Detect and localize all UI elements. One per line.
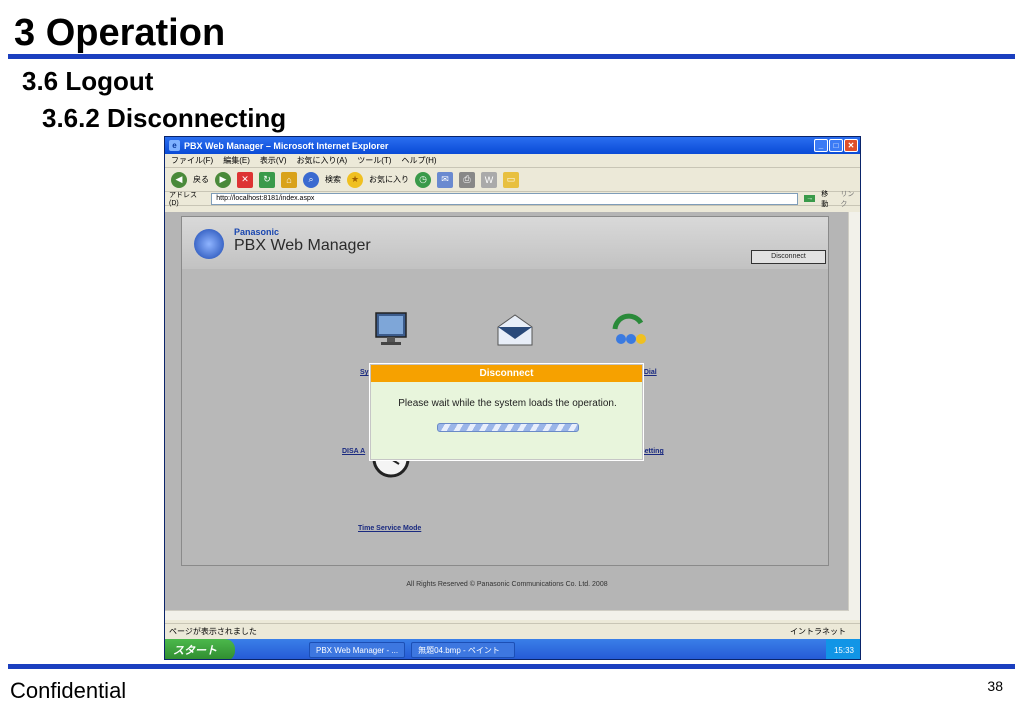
item-label-setting[interactable]: Setting bbox=[640, 448, 664, 455]
page-number: 38 bbox=[987, 678, 1003, 694]
go-arrow-icon[interactable]: → bbox=[804, 195, 816, 202]
back-label[interactable]: 戻る bbox=[193, 174, 209, 185]
taskbar-item-browser[interactable]: PBX Web Manager - ... bbox=[309, 642, 406, 658]
mail-icon[interactable]: ✉ bbox=[437, 171, 453, 188]
address-url: http://localhost:8181/index.aspx bbox=[216, 195, 315, 202]
browser-toolbar: ◀ 戻る ▶ ✕ ↻ ⌂ ⌕ 検索 ★ お気に入り ◷ ✉ ⎙ W ▭ bbox=[165, 168, 860, 192]
page-title: 3 Operation bbox=[14, 12, 226, 54]
menu-help[interactable]: ヘルプ(H) bbox=[401, 155, 436, 166]
system-tray: 15:33 bbox=[825, 639, 860, 659]
section-heading: 3.6 Logout bbox=[22, 66, 154, 96]
subsection-heading: 3.6.2 Disconnecting bbox=[42, 103, 287, 133]
panasonic-logo-icon bbox=[194, 229, 224, 259]
menu-bar: ファイル(F) 編集(E) 表示(V) お気に入り(A) ツール(T) ヘルプ(… bbox=[165, 154, 860, 168]
dialog-title: Disconnect bbox=[371, 365, 642, 382]
address-input[interactable]: http://localhost:8181/index.aspx bbox=[211, 192, 799, 205]
status-bar: ページが表示されました イントラネット bbox=[165, 623, 860, 638]
brand-name: Panasonic bbox=[234, 227, 280, 237]
bottom-divider bbox=[8, 664, 1015, 669]
page-header: Panasonic PBX Web Manager Disconnect bbox=[182, 217, 828, 269]
search-icon[interactable]: ⌕ bbox=[303, 171, 319, 188]
item-label-system[interactable]: Sy bbox=[360, 369, 369, 376]
address-bar: アドレス(D) http://localhost:8181/index.aspx… bbox=[165, 189, 860, 209]
clock-text: 15:33 bbox=[833, 645, 854, 655]
page-footer: All Rights Reserved © Panasonic Communic… bbox=[406, 581, 608, 588]
menu-file[interactable]: ファイル(F) bbox=[171, 155, 213, 166]
window-title: PBX Web Manager – Microsoft Internet Exp… bbox=[184, 140, 389, 151]
start-button[interactable]: スタート bbox=[165, 639, 235, 659]
disconnect-dialog: Disconnect Please wait while the system … bbox=[370, 364, 643, 460]
menu-edit[interactable]: 編集(E) bbox=[223, 155, 250, 166]
envelope-icon[interactable] bbox=[494, 311, 536, 351]
speed-dial-icon[interactable] bbox=[607, 307, 649, 347]
history-icon[interactable]: ◷ bbox=[415, 171, 431, 188]
vertical-scrollbar[interactable] bbox=[848, 212, 860, 620]
dialog-message: Please wait while the system loads the o… bbox=[398, 398, 617, 409]
minimize-button[interactable]: _ bbox=[814, 139, 828, 152]
item-label-disa[interactable]: DISA A bbox=[342, 448, 365, 455]
star-icon[interactable]: ★ bbox=[347, 171, 363, 188]
horizontal-scrollbar[interactable] bbox=[165, 610, 849, 620]
status-text: ページが表示されました bbox=[169, 626, 257, 636]
item-label-time-service-mode[interactable]: Time Service Mode bbox=[358, 525, 421, 532]
go-button[interactable]: 移動 bbox=[821, 189, 834, 209]
security-zone: イントラネット bbox=[790, 626, 846, 636]
ie-icon: e bbox=[169, 140, 180, 151]
maximize-button[interactable]: □ bbox=[829, 139, 843, 152]
disconnect-button[interactable]: Disconnect bbox=[751, 250, 826, 264]
taskbar: スタート PBX Web Manager - ... 無題04.bmp - ペイ… bbox=[165, 639, 860, 659]
print-icon[interactable]: ⎙ bbox=[459, 171, 475, 188]
forward-arrow-icon[interactable]: ▶ bbox=[215, 171, 231, 188]
favorites-label[interactable]: お気に入り bbox=[369, 174, 409, 185]
menu-favorites[interactable]: お気に入り(A) bbox=[297, 155, 348, 166]
folder-icon[interactable]: ▭ bbox=[503, 171, 519, 188]
taskbar-item-paint[interactable]: 無題04.bmp - ペイント bbox=[411, 642, 516, 658]
refresh-icon[interactable]: ↻ bbox=[259, 171, 275, 188]
product-name: PBX Web Manager bbox=[234, 237, 371, 254]
back-arrow-icon[interactable]: ◀ bbox=[171, 171, 187, 188]
window-titlebar: e PBX Web Manager – Microsoft Internet E… bbox=[165, 137, 860, 154]
menu-tools[interactable]: ツール(T) bbox=[357, 155, 391, 166]
menu-view[interactable]: 表示(V) bbox=[260, 155, 287, 166]
address-label: アドレス(D) bbox=[169, 192, 197, 207]
edit-icon[interactable]: W bbox=[481, 171, 497, 188]
top-divider bbox=[8, 54, 1015, 59]
slide: 3 Operation 3.6 Logout 3.6.2 Disconnecti… bbox=[0, 0, 1023, 708]
loading-progress-bar bbox=[437, 423, 579, 432]
stop-icon[interactable]: ✕ bbox=[237, 171, 253, 188]
close-button[interactable]: ✕ bbox=[844, 139, 858, 152]
links-button[interactable]: リンク bbox=[840, 189, 860, 209]
confidential-label: Confidential bbox=[10, 678, 127, 703]
home-icon[interactable]: ⌂ bbox=[281, 171, 297, 188]
monitor-icon[interactable] bbox=[370, 309, 412, 349]
search-label[interactable]: 検索 bbox=[325, 174, 341, 185]
